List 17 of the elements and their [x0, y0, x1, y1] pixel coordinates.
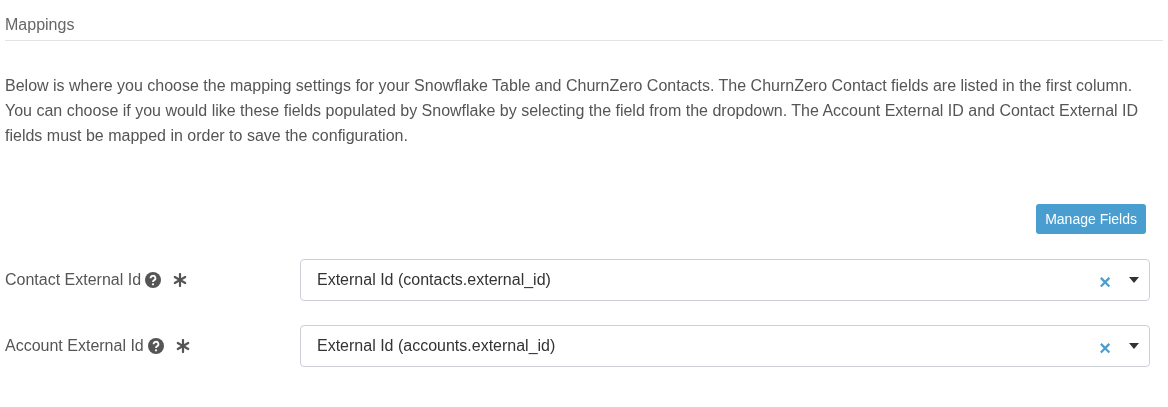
- field-label: Contact External Id: [5, 271, 142, 289]
- dropdown-value: External Id (accounts.external_id): [317, 337, 557, 355]
- description-text: Below is where you choose the mapping settings for your Snowflake Table and ChurnZero Contacts. The ChurnZero Contact fields are listed in the first column. You can choose if you would like these fields populated by Snowflake by selecting the field from the dropdown. The Account External ID and Contact External ID fields must be mapped in order to save the configuration.: [5, 76, 1140, 146]
- mapping-dropdown[interactable]: External Id (contacts.external_id) ×: [300, 259, 1150, 301]
- section-title: Mappings: [5, 15, 76, 35]
- clear-button[interactable]: ×: [1099, 336, 1111, 360]
- field-label: Account External Id: [5, 337, 144, 355]
- asterisk-icon: [175, 339, 190, 353]
- mapping-dropdown[interactable]: External Id (accounts.external_id) ×: [300, 325, 1150, 367]
- help-icon[interactable]: [147, 338, 164, 354]
- clear-button[interactable]: ×: [1099, 270, 1111, 294]
- caret-icon[interactable]: [1129, 277, 1139, 283]
- manage-fields-button[interactable]: Manage Fields: [1036, 204, 1146, 234]
- asterisk-icon: [173, 273, 188, 287]
- help-icon[interactable]: [145, 272, 162, 288]
- caret-icon[interactable]: [1129, 343, 1139, 349]
- dropdown-value: External Id (contacts.external_id): [317, 271, 552, 289]
